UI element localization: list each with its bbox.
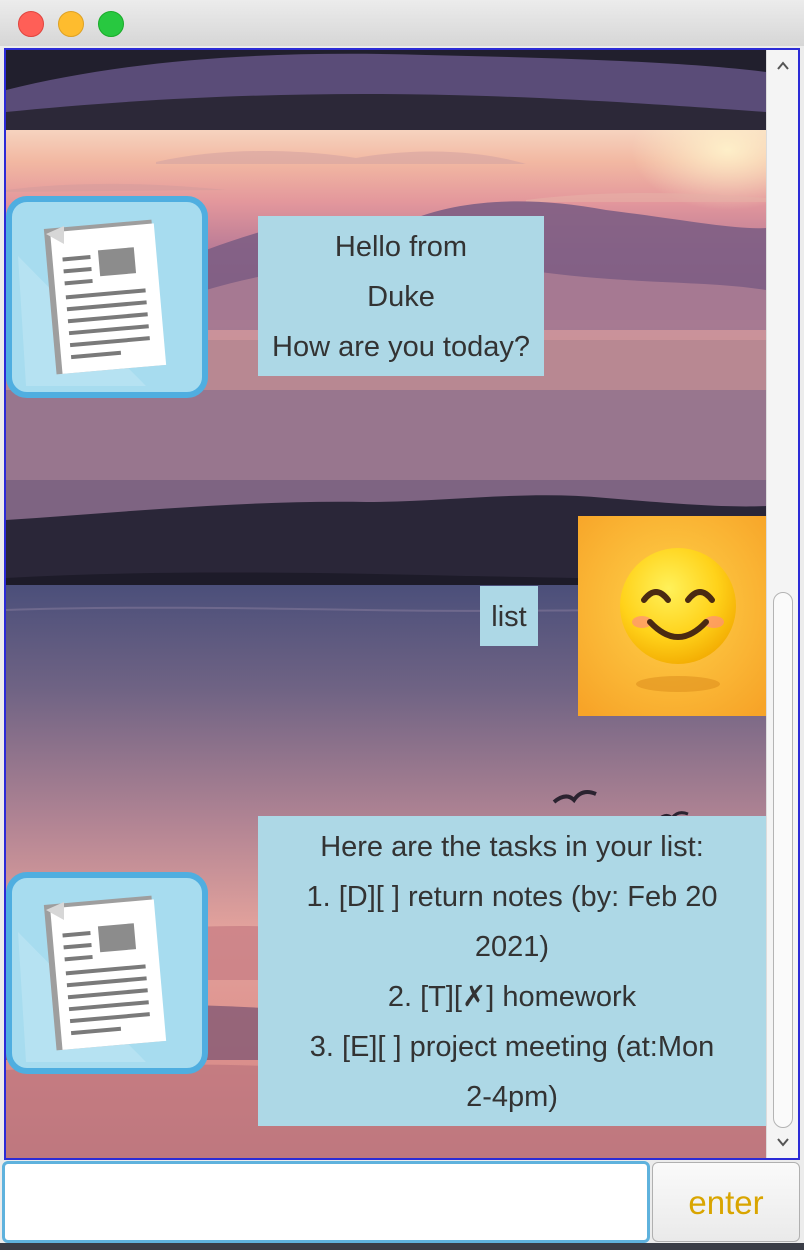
message-line: 2021) bbox=[474, 931, 550, 963]
duke-message-bubble: Here are the tasks in your list: 1. [D][… bbox=[258, 816, 766, 1126]
message-line: list bbox=[491, 601, 527, 633]
message-input[interactable] bbox=[2, 1161, 650, 1243]
duke-message-bubble: Hello from Duke How are you today? bbox=[258, 216, 544, 376]
message-line: Duke bbox=[367, 281, 435, 313]
message-line: How are you today? bbox=[272, 331, 530, 363]
maximize-window-button[interactable] bbox=[98, 11, 124, 37]
dialog-container: Hello from Duke How are you today? list bbox=[6, 50, 766, 1158]
message-line: 1. [D][ ] return notes (by: Feb 20 bbox=[306, 881, 718, 913]
user-message-bubble: list bbox=[480, 586, 538, 646]
scroll-up-arrow-icon[interactable] bbox=[775, 58, 791, 74]
background-window-strip bbox=[0, 1243, 804, 1250]
close-window-button[interactable] bbox=[18, 11, 44, 37]
message-line: 2. [T][✗] homework bbox=[387, 981, 637, 1013]
duke-avatar-document-icon bbox=[6, 196, 208, 398]
scroll-down-arrow-icon[interactable] bbox=[775, 1134, 791, 1150]
message-line: Hello from bbox=[334, 231, 468, 263]
user-avatar-smiling-emoji-icon bbox=[578, 516, 766, 716]
message-line: Here are the tasks in your list: bbox=[320, 831, 704, 863]
duke-avatar-document-icon bbox=[6, 872, 208, 1074]
enter-button[interactable]: enter bbox=[652, 1162, 800, 1242]
minimize-window-button[interactable] bbox=[58, 11, 84, 37]
vertical-scrollbar[interactable] bbox=[766, 50, 798, 1158]
scrollbar-thumb[interactable] bbox=[773, 592, 793, 1128]
window-titlebar bbox=[0, 0, 804, 47]
dialog-scroll-pane[interactable]: Hello from Duke How are you today? list bbox=[4, 48, 800, 1160]
message-line: 3. [E][ ] project meeting (at:Mon bbox=[309, 1031, 715, 1063]
message-line: 2-4pm) bbox=[466, 1081, 558, 1113]
